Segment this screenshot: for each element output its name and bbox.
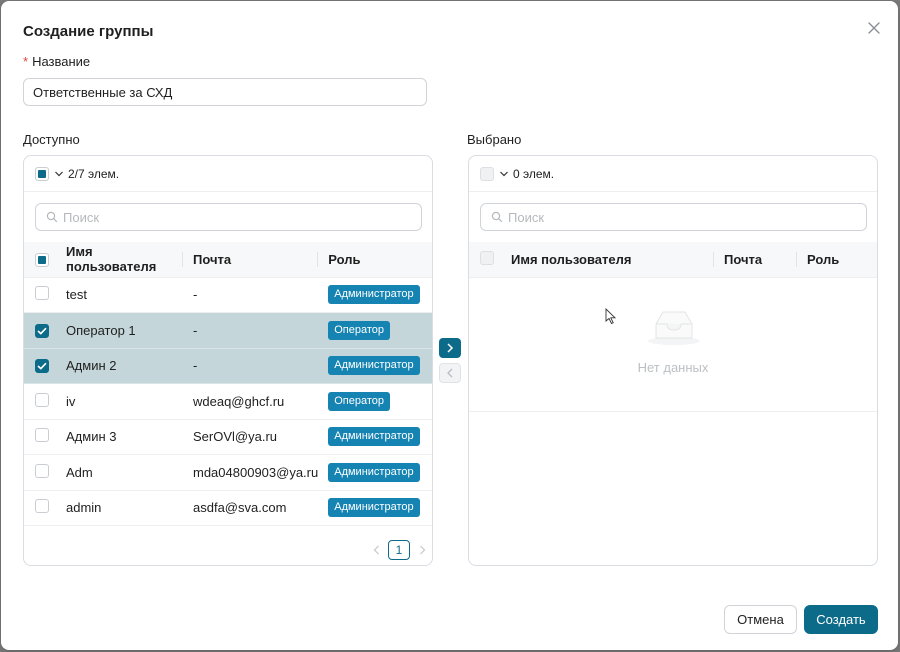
available-select-all-checkbox[interactable] [35, 166, 49, 181]
pagination: 1 [370, 540, 428, 560]
create-button[interactable]: Создать [804, 605, 878, 634]
selected-search-input[interactable] [508, 209, 848, 225]
row-checkbox[interactable] [35, 463, 49, 478]
dialog-title: Создание группы [23, 23, 154, 40]
role-badge: Администратор [328, 427, 420, 447]
selected-select-all-checkbox[interactable] [480, 166, 494, 181]
role-badge: Администратор [328, 285, 420, 305]
search-icon [46, 211, 58, 223]
available-panel-header: 2/7 элем. [24, 156, 432, 192]
column-header-role[interactable]: Роль [318, 242, 432, 278]
table-row[interactable]: Оператор 1- Оператор [24, 312, 432, 349]
checkmark-icon [37, 327, 47, 335]
move-left-button[interactable] [439, 363, 461, 383]
chevron-down-icon[interactable] [499, 169, 509, 179]
available-label: Доступно [23, 132, 80, 147]
chevron-left-icon [447, 368, 453, 378]
cancel-button[interactable]: Отмена [724, 605, 797, 634]
table-row[interactable]: Adm mda04800903@ya.ru Администратор [24, 454, 432, 491]
empty-state: Нет данных [469, 276, 877, 412]
chevron-right-icon [447, 343, 454, 353]
close-icon [868, 22, 880, 34]
role-badge: Оператор [328, 320, 391, 340]
table-row[interactable]: admin asdfa@sva.com Администратор [24, 490, 432, 526]
table-row[interactable]: Админ 2- Администратор [24, 348, 432, 384]
column-header-email[interactable]: Почта [714, 242, 797, 278]
column-header-role[interactable]: Роль [797, 242, 877, 278]
table-header-row: Имя пользователя Почта Роль [24, 242, 432, 278]
table-header-row: Имя пользователя Почта Роль [469, 242, 877, 278]
cell-email: SerOVl@ya.ru [183, 419, 319, 455]
role-badge: Администратор [328, 356, 420, 376]
column-header-username[interactable]: Имя пользователя [58, 242, 183, 278]
cell-email: asdfa@sva.com [183, 490, 319, 526]
available-search-input[interactable] [63, 209, 403, 225]
header-checkbox[interactable] [480, 250, 494, 265]
available-search[interactable] [35, 203, 422, 231]
role-badge: Администратор [328, 462, 420, 482]
close-button[interactable] [863, 17, 885, 39]
table-row[interactable]: Админ 3 SerOVl@ya.ru Администратор [24, 419, 432, 455]
chevron-left-icon [373, 545, 379, 555]
row-checkbox[interactable] [35, 428, 49, 443]
cell-username: test [58, 277, 183, 313]
row-checkbox[interactable] [35, 392, 49, 407]
selected-label: Выбрано [467, 132, 522, 147]
empty-text: Нет данных [637, 360, 709, 375]
search-icon [491, 211, 503, 223]
prev-page-button[interactable] [370, 543, 382, 557]
table-row[interactable]: test - Администратор [24, 277, 432, 313]
row-checkbox[interactable] [35, 323, 49, 338]
cell-email: - [183, 348, 319, 384]
cell-email: - [183, 277, 319, 313]
cell-username: Оператор 1 [58, 312, 183, 349]
name-label-text: Название [32, 54, 91, 69]
checkmark-icon [37, 362, 47, 370]
selected-panel-header: 0 элем. [469, 156, 877, 192]
name-field-label: * Название [23, 54, 90, 69]
empty-inbox-icon [648, 311, 700, 345]
selected-count: 0 элем. [513, 166, 555, 181]
available-panel: 2/7 элем. Имя пользователя Почта Роль te… [23, 155, 433, 566]
cell-email: - [183, 312, 319, 349]
required-marker: * [23, 54, 29, 69]
selected-panel: 0 элем. Имя пользователя Почта Роль [468, 155, 878, 566]
cell-username: Админ 3 [58, 419, 183, 455]
column-header-username[interactable]: Имя пользователя [503, 242, 714, 278]
create-group-dialog: Создание группы *Название Доступно Выбра… [1, 1, 898, 650]
selected-search[interactable] [480, 203, 867, 231]
cell-username: admin [58, 490, 183, 526]
chevron-right-icon [419, 545, 425, 555]
available-count: 2/7 элем. [68, 166, 120, 181]
role-badge: Оператор [328, 391, 391, 411]
page-number-button[interactable]: 1 [388, 540, 410, 560]
column-header-email[interactable]: Почта [183, 242, 319, 278]
cell-username: iv [58, 383, 183, 420]
row-checkbox[interactable] [35, 499, 49, 514]
cell-email: mda04800903@ya.ru [183, 454, 319, 491]
role-badge: Администратор [328, 498, 420, 518]
table-row[interactable]: iv wdeaq@ghcf.ru Оператор [24, 383, 432, 420]
cell-username: Adm [58, 454, 183, 491]
group-name-input[interactable] [23, 78, 427, 106]
row-checkbox[interactable] [35, 286, 49, 301]
row-checkbox[interactable] [35, 359, 49, 374]
header-checkbox[interactable] [35, 252, 49, 267]
selected-table: Имя пользователя Почта Роль [469, 242, 877, 278]
chevron-down-icon[interactable] [54, 169, 64, 179]
next-page-button[interactable] [416, 543, 428, 557]
move-right-button[interactable] [439, 338, 461, 358]
cell-username: Админ 2 [58, 348, 183, 384]
cell-email: wdeaq@ghcf.ru [183, 383, 319, 420]
mouse-cursor-icon [605, 308, 617, 325]
available-table: Имя пользователя Почта Роль test - Админис… [24, 242, 432, 526]
